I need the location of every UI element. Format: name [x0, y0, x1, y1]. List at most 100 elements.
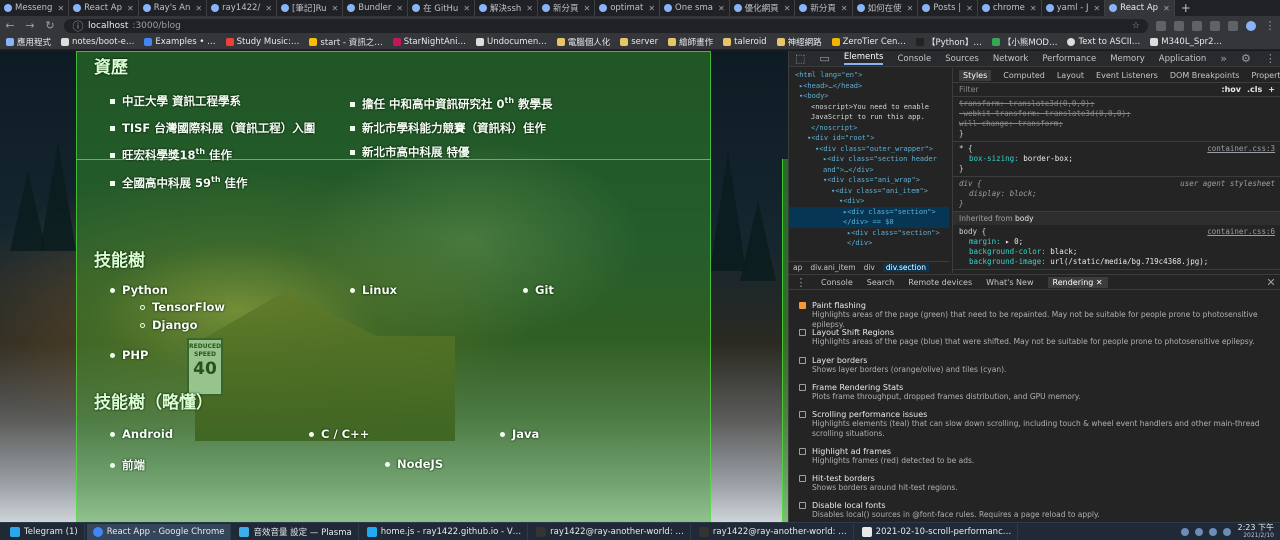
- css-property[interactable]: box-sizing: [969, 154, 1014, 163]
- taskbar-item[interactable]: React App - Google Chrome: [86, 523, 232, 540]
- extension-icon[interactable]: [1156, 20, 1166, 31]
- back-icon[interactable]: ←: [4, 19, 16, 32]
- tab-11[interactable]: 優化網頁 ✕: [730, 0, 796, 16]
- settings-icon[interactable]: ⚙: [1241, 52, 1251, 65]
- bluetooth-icon[interactable]: [1195, 527, 1204, 536]
- close-icon[interactable]: ✕: [1163, 4, 1170, 13]
- checkbox-icon[interactable]: [799, 384, 806, 391]
- extension-icon[interactable]: [1228, 20, 1238, 31]
- tab-17[interactable]: React Ap ✕: [1105, 0, 1175, 16]
- close-drawer-icon[interactable]: ✕: [1265, 276, 1277, 289]
- taskbar-item[interactable]: ray1422@ray-another-world: …: [693, 523, 854, 540]
- dom-node-selected[interactable]: </div> == $0: [789, 217, 949, 228]
- bookmark-item[interactable]: 【Python】…: [915, 36, 982, 48]
- extension-icon[interactable]: [1192, 20, 1202, 31]
- avatar[interactable]: [1246, 20, 1256, 31]
- tab-search[interactable]: Search: [867, 278, 894, 287]
- dom-node[interactable]: <noscript>You need to enable: [793, 102, 949, 113]
- breadcrumb-item[interactable]: ap: [793, 263, 802, 272]
- reload-icon[interactable]: ↻: [44, 19, 56, 32]
- dom-node[interactable]: ▾<div>: [793, 196, 949, 207]
- dom-node[interactable]: ▾<body>: [793, 91, 949, 102]
- tab-rendering[interactable]: Rendering ✕: [1047, 276, 1108, 288]
- bookmark-apps[interactable]: 應用程式: [6, 36, 51, 48]
- close-icon[interactable]: ✕: [195, 4, 202, 13]
- dom-node[interactable]: ▸<head>…</head>: [793, 81, 949, 92]
- tab-16[interactable]: yaml - J ✕: [1042, 0, 1106, 16]
- css-property[interactable]: will-change: transform;: [959, 119, 1275, 129]
- tab-layout[interactable]: Layout: [1057, 71, 1084, 80]
- menu-icon[interactable]: ⋮: [795, 276, 807, 289]
- tab-performance[interactable]: Performance: [1042, 54, 1096, 64]
- css-value[interactable]: border-box;: [1023, 154, 1073, 163]
- close-icon[interactable]: ✕: [396, 4, 403, 13]
- breadcrumb-item[interactable]: div.ani_item: [810, 263, 855, 272]
- taskbar-item[interactable]: Telegram (1): [4, 523, 85, 540]
- tab-14[interactable]: Posts | ✕: [918, 0, 978, 16]
- tab-console-drawer[interactable]: Console: [821, 278, 853, 287]
- tab-0[interactable]: Messeng ✕: [0, 0, 70, 16]
- bookmark-star-icon[interactable]: ☆: [1132, 21, 1140, 31]
- tab-styles[interactable]: Styles: [959, 69, 992, 81]
- close-icon[interactable]: ✕: [265, 4, 272, 13]
- bookmark-item[interactable]: 【小熊MOD…: [991, 36, 1057, 48]
- tab-1[interactable]: React Ap ✕: [69, 0, 139, 16]
- close-icon[interactable]: ✕: [584, 4, 591, 13]
- tab-network[interactable]: Network: [993, 54, 1029, 64]
- checkbox-checked-icon[interactable]: [799, 302, 806, 309]
- bookmark-item[interactable]: M340L_Spr2…: [1150, 37, 1222, 47]
- extension-icon[interactable]: [1174, 20, 1184, 31]
- bookmark-folder[interactable]: 神經網路: [776, 36, 822, 48]
- tab-6[interactable]: 在 GitHu ✕: [408, 0, 476, 16]
- close-icon[interactable]: ✕: [463, 4, 470, 13]
- tab-15[interactable]: chrome ✕: [978, 0, 1042, 16]
- checkbox-icon[interactable]: [799, 329, 806, 336]
- clock[interactable]: 2:23 下午 2021/2/10: [1237, 523, 1274, 540]
- tab-sources[interactable]: Sources: [945, 54, 979, 64]
- rendering-option[interactable]: Paint flashing Highlights areas of the pa…: [799, 301, 1269, 330]
- extension-icon[interactable]: [1210, 20, 1220, 31]
- tab-9[interactable]: optimat ✕: [595, 0, 661, 16]
- css-property[interactable]: transform: translate3d(0,0,0);: [959, 99, 1275, 109]
- tab-whats-new[interactable]: What's New: [986, 278, 1033, 287]
- tab-remote-devices[interactable]: Remote devices: [908, 278, 972, 287]
- tab-computed[interactable]: Computed: [1003, 71, 1045, 80]
- bookmark-item[interactable]: start - 資訊之…: [309, 36, 383, 48]
- rendering-option[interactable]: Hit-test borders Shows borders around hit…: [799, 474, 1269, 493]
- tab-7[interactable]: 解決ssh ✕: [475, 0, 538, 16]
- bookmark-item[interactable]: notes/boot-e…: [61, 37, 134, 47]
- bookmark-folder[interactable]: server: [620, 37, 658, 47]
- dom-node[interactable]: ▾<div class="ani_wrap">: [793, 175, 949, 186]
- add-rule-icon[interactable]: +: [1268, 85, 1275, 94]
- tab-elements[interactable]: Elements: [843, 52, 884, 65]
- breadcrumb-item[interactable]: div.section: [882, 263, 929, 272]
- tab-memory[interactable]: Memory: [1110, 54, 1145, 64]
- styles-filter[interactable]: Filter :hov .cls +: [953, 83, 1280, 97]
- tab-4[interactable]: [筆記]Ru ✕: [277, 0, 344, 16]
- close-icon[interactable]: ✕: [1096, 278, 1103, 287]
- taskbar-item[interactable]: 音效音量 設定 — Plasma: [233, 523, 359, 540]
- breadcrumb-item[interactable]: div: [864, 263, 875, 272]
- dom-node[interactable]: <html lang="en">: [793, 70, 949, 81]
- rendering-option[interactable]: Scrolling performance issues Highlights e…: [799, 410, 1269, 439]
- tab-3[interactable]: ray1422/✕: [207, 0, 278, 16]
- device-toggle-icon[interactable]: ▭: [819, 52, 829, 65]
- dom-node[interactable]: ▸<div class="section">: [793, 228, 949, 239]
- rule-source-link[interactable]: container.css:6: [1207, 227, 1275, 237]
- close-icon[interactable]: ✕: [1030, 4, 1037, 13]
- close-icon[interactable]: ✕: [127, 4, 134, 13]
- tab-12[interactable]: 新分頁 ✕: [795, 0, 853, 16]
- site-info-icon[interactable]: ⓘ: [72, 18, 84, 34]
- bookmark-folder[interactable]: 繪師畫作: [668, 36, 713, 48]
- dom-node-selected[interactable]: ▸<div class="section">: [789, 206, 949, 217]
- tab-dom-breakpoints[interactable]: DOM Breakpoints: [1170, 71, 1240, 80]
- dom-node[interactable]: ▾<div class="outer_wrapper">: [793, 144, 949, 155]
- rendering-option[interactable]: Frame Rendering Stats Plots frame through…: [799, 383, 1269, 402]
- dom-node[interactable]: ▾<div class="ani_item">: [793, 186, 949, 197]
- bookmark-item[interactable]: Study Music:…: [225, 37, 299, 47]
- checkbox-icon[interactable]: [799, 411, 806, 418]
- tab-event-listeners[interactable]: Event Listeners: [1096, 71, 1158, 80]
- close-icon[interactable]: ✕: [648, 4, 655, 13]
- rendering-option[interactable]: Layout Shift Regions Highlights areas of …: [799, 328, 1269, 347]
- tab-13[interactable]: 如何在使 ✕: [853, 0, 919, 16]
